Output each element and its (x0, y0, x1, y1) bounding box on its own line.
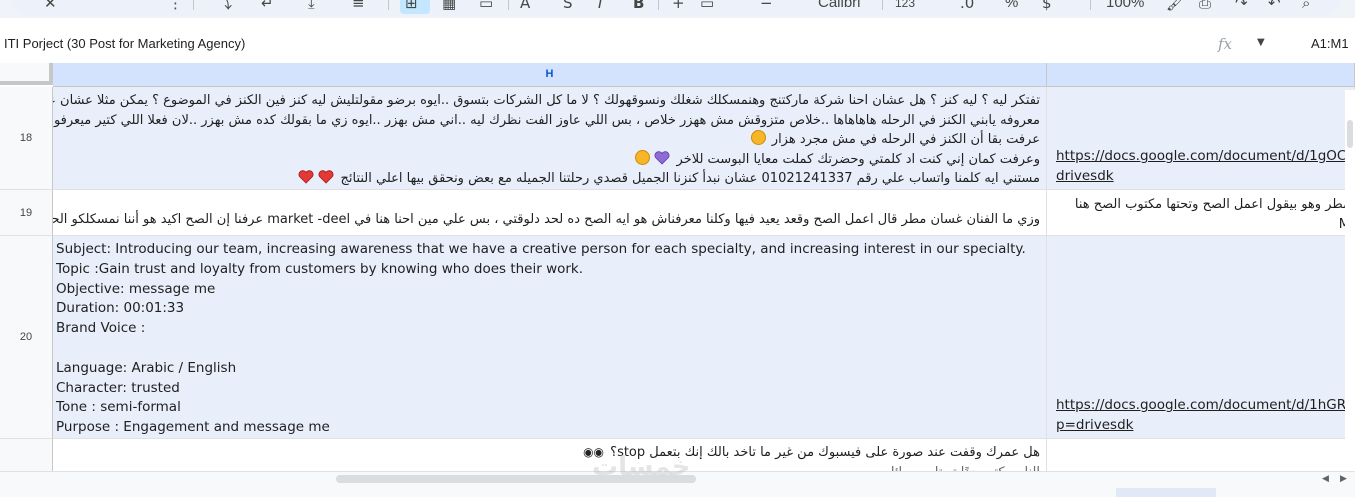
scroll-left-icon[interactable]: ◀ (1322, 472, 1329, 486)
cell-text-line: Language: Arabic / English (56, 359, 237, 376)
cell-text-line: M (1047, 215, 1350, 235)
cell-h20[interactable]: Subject: Introducing our team, increasin… (53, 236, 1047, 439)
separator (508, 0, 509, 10)
zoom-select[interactable]: 100% (1106, 0, 1144, 13)
cell-text-line: Objective: message me (56, 280, 216, 297)
fx-icon: fx (1218, 35, 1233, 53)
cell-text-line: Subject: Introducing our team, increasin… (56, 241, 1026, 257)
cell-text-fragment: وعرفت كمان إني كنت اد كلمتي وحضرتك كملت … (676, 151, 1040, 167)
cell-text-line: Duration: 00:01:33 (56, 300, 185, 317)
cell-text-fragment: مستني ايه كلمنا واتساب علي رقم 010212413… (340, 171, 1040, 186)
toolbar: ✕ ⋮ ⤵ ↵ ⤓ ≡ ⊞ ▦ ▭ A S I B + ▭ − Calibri … (0, 0, 1355, 18)
italic-icon[interactable]: I (598, 0, 602, 13)
cell-text-line: مستني ايه كلمنا واتساب علي رقم 010212413… (53, 169, 1040, 189)
document-link[interactable]: p=drivesdk (1056, 416, 1354, 436)
percent-format-button[interactable]: % (1005, 0, 1018, 13)
align-icon[interactable]: ⤵ (217, 0, 232, 13)
font-size-box-icon[interactable]: ▭ (700, 0, 714, 13)
search-icon[interactable]: ⌕ (1302, 0, 1310, 13)
red-heart-icon (318, 170, 334, 184)
cell-h19[interactable]: وزي ما الفنان غسان مطر قال اعمل الصح وقع… (53, 190, 1047, 236)
document-link[interactable]: https://docs.google.com/document/d/1hGRt (1056, 396, 1354, 416)
increase-font-icon[interactable]: + (672, 0, 685, 13)
document-link[interactable]: drivesdk (1056, 167, 1354, 187)
row-header-19[interactable]: 19 (0, 190, 53, 236)
separator (658, 0, 659, 10)
more-vert-icon[interactable]: ⋮ (168, 0, 183, 13)
cell-text-line: وزي ما الفنان غسان مطر قال اعمل الصح وقع… (53, 212, 1040, 227)
row-header-18[interactable]: 18 (0, 87, 53, 190)
smile-emoji-icon (635, 149, 651, 165)
cell-text-line: Brand Voice : (56, 320, 146, 337)
fill-color-icon[interactable]: ▭ (479, 0, 493, 13)
cell-i18[interactable]: https://docs.google.com/document/d/1gOC-… (1047, 87, 1355, 190)
name-box[interactable]: A1:M1 (1311, 36, 1349, 51)
cell-text-line: معروفه يابني الكنز في الرحله هاهاهاها ..… (53, 112, 1040, 128)
vertical-scroll-thumb[interactable] (1347, 120, 1353, 148)
smile-emoji-icon (750, 130, 766, 145)
column-header-h[interactable]: H (53, 63, 1047, 87)
vertical-align-icon[interactable]: ⤓ (308, 0, 315, 13)
print-icon[interactable]: ⎙ (1199, 0, 1211, 13)
cell-text-line: عرفت بقا أن الكنز في الرحله في مش مجرد ه… (53, 130, 1040, 150)
separator (1090, 0, 1091, 10)
borders-icon[interactable]: ⊞ (405, 0, 418, 13)
separator (193, 0, 194, 10)
select-all-corner[interactable] (0, 63, 53, 85)
merge-icon[interactable]: ▦ (442, 0, 456, 13)
sheet-tabs-bar (0, 486, 1355, 497)
cell-text-line: Character: trusted (56, 379, 180, 396)
sheet-tab[interactable] (1116, 488, 1216, 497)
cell-text-line: Purpose : Engagement and message me (56, 419, 330, 436)
wrap-icon[interactable]: ↵ (261, 0, 274, 13)
cell-h18[interactable]: تفتكر ليه ؟ ليه كنز ؟ هل عشان احنا شركة … (53, 87, 1047, 190)
cell-text-line: تفتكر ليه ؟ ليه كنز ؟ هل عشان احنا شركة … (53, 93, 1040, 108)
chevron-down-icon[interactable]: ▼ (1257, 37, 1265, 48)
strikethrough-icon[interactable]: S (563, 0, 573, 13)
cell-text-line: مطر وهو بيقول اعمل الصح وتحتها مكتوب الص… (1074, 197, 1350, 212)
red-heart-icon (298, 170, 314, 184)
cell-text-line: هل عمرك وقفت عند صورة على فيسبوك من غير … (53, 443, 1040, 463)
cell-text-line: Tone : semi-formal (56, 399, 181, 416)
scroll-right-icon[interactable]: ▶ (1340, 472, 1347, 486)
cell-text-line: Topic :Gain trust and loyalty from custo… (56, 260, 584, 277)
cell-text-line: وعرفت كمان إني كنت اد كلمتي وحضرتك كملت … (53, 149, 1040, 170)
close-icon[interactable]: ✕ (44, 0, 57, 13)
column-header-i[interactable] (1047, 63, 1355, 87)
formula-input[interactable]: ITI Porject (30 Post for Marketing Agenc… (4, 36, 245, 51)
decrease-font-icon[interactable]: − (760, 0, 773, 13)
cell-i20[interactable]: https://docs.google.com/document/d/1hGRt… (1047, 236, 1355, 439)
paint-format-icon[interactable]: 🖌 (1166, 0, 1185, 13)
number-format-select[interactable]: 123 (895, 0, 915, 13)
purple-heart-icon (654, 150, 670, 165)
currency-icon[interactable]: $ (1042, 0, 1052, 13)
row-header-20[interactable]: 20 (0, 236, 53, 439)
vertical-scrollbar[interactable] (1345, 90, 1355, 471)
rotate-icon[interactable]: ≡ (352, 0, 365, 13)
font-family-select[interactable]: Calibri (818, 0, 861, 13)
redo-icon[interactable]: ↷ (1235, 0, 1248, 13)
spreadsheet-grid: H 18 تفتكر ليه ؟ ليه كنز ؟ هل عشان احنا … (0, 63, 1355, 497)
bold-icon[interactable]: B (633, 0, 644, 13)
text-color-icon[interactable]: A (520, 0, 530, 13)
cell-text-fragment: عرفت بقا أن الكنز في الرحله في مش مجرد ه… (771, 132, 1040, 147)
undo-icon[interactable]: ↶ (1268, 0, 1281, 13)
separator (882, 0, 883, 10)
watermark-logo: خمسات (592, 452, 691, 482)
cell-text-line (56, 339, 1046, 359)
decimal-icon[interactable]: .0 (960, 0, 974, 13)
formula-bar: ITI Porject (30 Post for Marketing Agenc… (0, 27, 1355, 63)
document-link[interactable]: https://docs.google.com/document/d/1gOC- (1056, 147, 1354, 167)
separator (388, 0, 389, 10)
cell-i19[interactable]: مطر وهو بيقول اعمل الصح وتحتها مكتوب الص… (1047, 190, 1355, 236)
